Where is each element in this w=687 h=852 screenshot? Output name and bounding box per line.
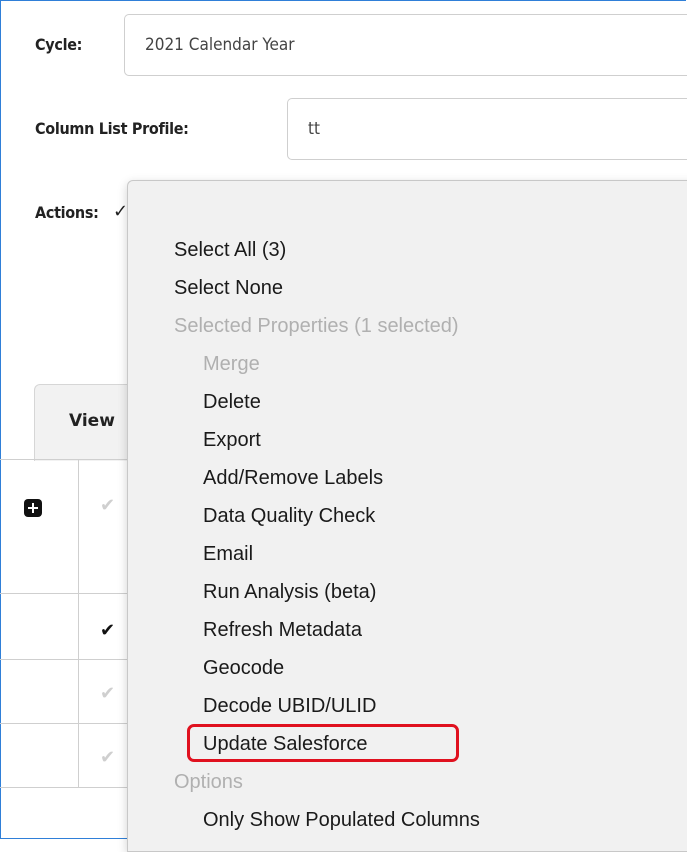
- column-list-profile-label: Column List Profile:: [35, 119, 189, 138]
- menu-heading-selected-properties: Selected Properties (1 selected): [174, 315, 459, 337]
- update-salesforce-highlight-box: [187, 724, 459, 762]
- menu-item-only-show-populated-columns[interactable]: Only Show Populated Columns: [203, 808, 480, 832]
- add-column-plus-icon[interactable]: [24, 499, 42, 517]
- menu-item-add-remove-labels[interactable]: Add/Remove Labels: [203, 466, 383, 490]
- menu-item-data-quality-check[interactable]: Data Quality Check: [203, 504, 375, 528]
- menu-item-merge: Merge: [203, 353, 260, 375]
- table-column-divider: [78, 459, 79, 788]
- select-all-checkbox-icon[interactable]: ✔: [100, 495, 115, 516]
- menu-item-decode-ubid-ulid[interactable]: Decode UBID/ULID: [203, 694, 376, 718]
- menu-item-geocode[interactable]: Geocode: [203, 656, 284, 680]
- menu-item-delete[interactable]: Delete: [203, 390, 261, 414]
- cycle-select[interactable]: 2021 Calendar Year: [124, 14, 687, 76]
- row-checkbox-icon[interactable]: ✔: [100, 683, 115, 704]
- column-list-profile-select[interactable]: tt: [287, 98, 687, 160]
- table-divider: [0, 659, 140, 660]
- cycle-label: Cycle:: [35, 35, 83, 54]
- tab-view-label: View: [69, 411, 115, 431]
- menu-item-select-all[interactable]: Select All (3): [174, 238, 286, 262]
- menu-item-refresh-metadata[interactable]: Refresh Metadata: [203, 618, 362, 642]
- menu-item-export[interactable]: Export: [203, 428, 261, 452]
- menu-heading-options: Options: [174, 771, 243, 793]
- property-table: [0, 459, 140, 789]
- table-divider: [0, 787, 140, 788]
- table-divider: [0, 593, 140, 594]
- menu-item-run-analysis[interactable]: Run Analysis (beta): [203, 580, 376, 604]
- table-divider: [0, 459, 140, 460]
- menu-item-select-none[interactable]: Select None: [174, 276, 283, 300]
- row-checkbox-checked-icon[interactable]: ✔: [100, 620, 115, 641]
- table-divider: [0, 723, 140, 724]
- menu-item-email[interactable]: Email: [203, 542, 253, 566]
- actions-label: Actions:: [35, 203, 99, 222]
- row-checkbox-icon[interactable]: ✔: [100, 747, 115, 768]
- actions-checkmark-icon[interactable]: ✓: [113, 201, 128, 222]
